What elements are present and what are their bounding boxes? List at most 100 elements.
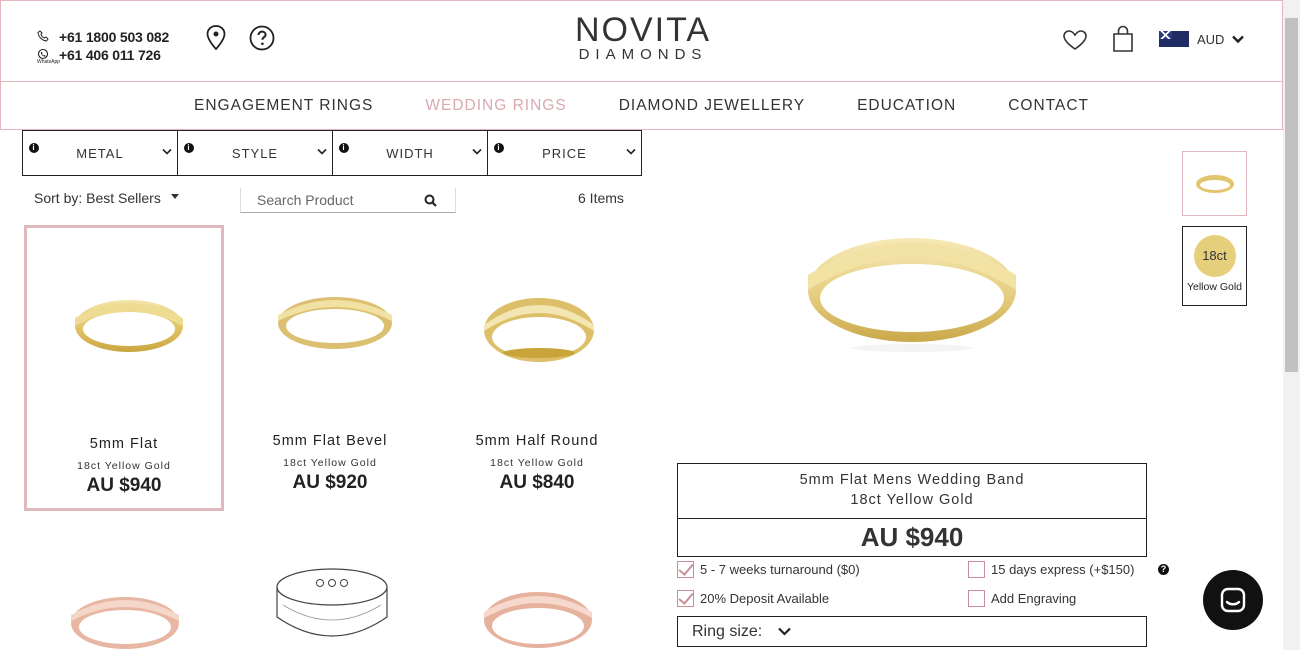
info-icon[interactable]: i: [494, 143, 504, 153]
caret-down-icon: [170, 194, 179, 199]
item-count: 6 Items: [578, 190, 624, 206]
phone-icon: [37, 29, 59, 45]
logo-wordmark: NOVITA: [574, 11, 712, 49]
brand-logo[interactable]: NOVITA DIAMONDS: [572, 13, 714, 63]
chevron-down-icon: [626, 148, 636, 155]
product-card[interactable]: 5mm Half Round 18ct Yellow Gold AU $840: [437, 225, 637, 511]
option-label: 15 days express (+$150): [991, 562, 1135, 577]
filter-label: STYLE: [231, 145, 279, 161]
product-name: 5mm Half Round: [475, 433, 599, 449]
filter-width[interactable]: i WIDTH: [332, 130, 487, 176]
location-pin-icon[interactable]: [206, 25, 226, 56]
main-product-image: [808, 238, 1016, 352]
product-name: 5mm Flat: [89, 436, 159, 452]
scrollbar-thumb[interactable]: [1285, 18, 1298, 372]
main-nav: ENGAGEMENT RINGS WEDDING RINGS DIAMOND J…: [0, 82, 1283, 130]
checkbox-checked[interactable]: [677, 561, 694, 578]
filter-label: METAL: [76, 145, 124, 161]
ring-sketch-image: [276, 568, 388, 637]
nav-wedding-rings[interactable]: WEDDING RINGS: [425, 97, 566, 115]
option-label: 20% Deposit Available: [700, 591, 830, 606]
top-header: +61 1800 503 082 +61 406 011 726 WhatsAp…: [0, 0, 1283, 82]
product-metal: 18ct Yellow Gold: [77, 460, 171, 472]
product-title-block: 5mm Flat Mens Wedding Band 18ct Yellow G…: [678, 464, 1146, 519]
help-icon[interactable]: [249, 25, 275, 56]
ring-image: [278, 297, 392, 349]
filter-bar: i METAL i STYLE i WIDTH i PRICE: [22, 130, 642, 176]
product-price: AU $840: [499, 472, 575, 493]
swatch-label: Yellow Gold: [1186, 281, 1243, 293]
option-turnaround[interactable]: 5 - 7 weeks turnaround ($0): [677, 561, 860, 578]
nav-diamond-jewellery[interactable]: DIAMOND JEWELLERY: [619, 97, 805, 115]
phone-number[interactable]: +61 1800 503 082: [59, 29, 169, 45]
product-name: 5mm Flat Bevel: [272, 433, 388, 449]
swatch-karat: 18ct: [1193, 235, 1236, 277]
product-info-box: 5mm Flat Mens Wedding Band 18ct Yellow G…: [677, 463, 1147, 557]
info-icon[interactable]: i: [184, 143, 194, 153]
ring-image: [484, 592, 592, 648]
ring-thumbnail: [1196, 175, 1234, 193]
whatsapp-number[interactable]: +61 406 011 726: [59, 47, 161, 63]
product-price: AU $940: [860, 522, 964, 552]
product-card[interactable]: 5mm Flat 18ct Yellow Gold AU $940: [24, 225, 224, 511]
currency-label: AUD: [1197, 31, 1225, 47]
checkbox-unchecked[interactable]: [968, 590, 985, 607]
product-card-row2-rose-2[interactable]: [482, 580, 594, 650]
info-icon[interactable]: i: [339, 143, 349, 153]
product-card[interactable]: 5mm Flat Bevel 18ct Yellow Gold AU $920: [230, 225, 430, 511]
page-scrollbar[interactable]: [1283, 0, 1300, 650]
logo-subtitle: DIAMONDS: [578, 46, 708, 63]
ring-image: [75, 300, 183, 352]
option-deposit[interactable]: 20% Deposit Available: [677, 590, 829, 607]
option-express[interactable]: 15 days express (+$150): [968, 561, 1134, 578]
sort-dropdown[interactable]: Sort by: Best Sellers: [34, 190, 179, 206]
filter-metal[interactable]: i METAL: [22, 130, 177, 176]
product-price: AU $920: [292, 472, 368, 493]
option-label: Add Engraving: [991, 591, 1077, 606]
option-engraving[interactable]: Add Engraving: [968, 590, 1076, 607]
search-box: [240, 188, 456, 213]
search-input[interactable]: [257, 192, 417, 208]
nav-education[interactable]: EDUCATION: [857, 97, 956, 115]
nav-engagement-rings[interactable]: ENGAGEMENT RINGS: [194, 97, 373, 115]
checkbox-unchecked[interactable]: [968, 561, 985, 578]
whatsapp-label: WhatsApp: [37, 59, 61, 65]
filter-price[interactable]: i PRICE: [487, 130, 642, 176]
help-icon[interactable]: ?: [1158, 564, 1169, 575]
product-card-row2-sketch[interactable]: [275, 565, 390, 650]
checkbox-checked[interactable]: [677, 590, 694, 607]
chat-launcher-button[interactable]: [1203, 570, 1263, 630]
search-icon[interactable]: [424, 194, 437, 207]
product-metal: 18ct Yellow Gold: [490, 457, 584, 469]
chevron-down-icon: [472, 148, 482, 155]
product-metal: 18ct Yellow Gold: [850, 492, 974, 508]
australia-flag-icon: [1159, 31, 1189, 47]
heart-icon[interactable]: [1062, 29, 1088, 56]
info-icon[interactable]: i: [29, 143, 39, 153]
option-label: 5 - 7 weeks turnaround ($0): [700, 562, 860, 577]
product-title: 5mm Flat Mens Wedding Band: [799, 472, 1025, 488]
ring-size-label: Ring size:: [692, 622, 763, 640]
product-metal: 18ct Yellow Gold: [283, 457, 377, 469]
shopping-bag-icon[interactable]: [1112, 25, 1134, 58]
chat-icon: [1220, 587, 1246, 613]
ring-image: [71, 597, 179, 649]
chevron-down-icon: [162, 148, 172, 155]
thumbnail-main-image[interactable]: [1182, 151, 1247, 216]
ring-image: [484, 298, 594, 362]
chevron-down-icon: [1232, 35, 1245, 43]
nav-contact[interactable]: CONTACT: [1008, 97, 1089, 115]
metal-swatch-yellow-gold[interactable]: 18ct Yellow Gold: [1182, 226, 1247, 306]
filter-style[interactable]: i STYLE: [177, 130, 332, 176]
chevron-down-icon: [778, 627, 792, 636]
phone-row-landline[interactable]: +61 1800 503 082: [37, 28, 169, 46]
product-card-row2-rose-1[interactable]: [69, 585, 181, 650]
phone-contacts: +61 1800 503 082 +61 406 011 726 WhatsAp…: [37, 28, 169, 65]
sort-label: Sort by: Best Sellers: [34, 190, 161, 206]
product-price: AU $940: [86, 475, 162, 496]
ring-size-select[interactable]: Ring size:: [677, 616, 1147, 647]
currency-selector[interactable]: AUD: [1159, 31, 1245, 47]
filter-label: WIDTH: [386, 145, 434, 161]
filter-label: PRICE: [542, 145, 587, 161]
chevron-down-icon: [317, 148, 327, 155]
